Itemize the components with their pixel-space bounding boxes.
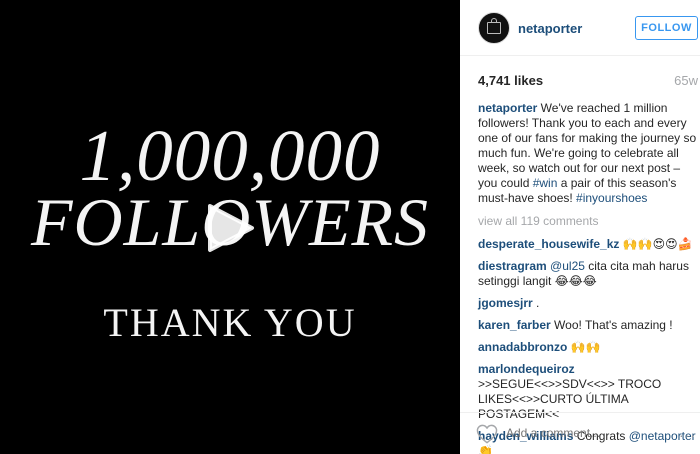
comment-username[interactable]: diestragram (478, 259, 547, 273)
play-icon[interactable] (204, 202, 256, 254)
comment-item: diestragram @ul25 cita cita mah harus se… (478, 259, 698, 289)
avatar[interactable] (478, 12, 510, 44)
comment-item: jgomesjrr . (478, 296, 698, 311)
comments-list: netaporter We've reached 1 million follo… (478, 101, 698, 454)
hashtag-link[interactable]: #inyourshoes (576, 191, 647, 205)
view-all-comments-link[interactable]: view all 119 comments (478, 214, 698, 229)
post-age[interactable]: 65w (674, 73, 698, 88)
comment-item: desperate_housewife_kz 🙌🙌😍😍🍰 (478, 237, 698, 252)
comment-username[interactable]: marlondequeiroz (478, 362, 575, 376)
comment-item: karen_farber Woo! That's amazing ! (478, 318, 698, 333)
hashtag-link[interactable]: #win (533, 176, 558, 190)
comment-input[interactable] (506, 426, 666, 440)
mention-link[interactable]: @ul25 (550, 259, 585, 273)
more-options-icon[interactable]: ··· (679, 427, 696, 443)
post-media[interactable]: 1,000,000 FOLLOWERS THANK YOU (0, 0, 460, 454)
comment-bar: ··· (460, 412, 700, 454)
comment-username[interactable]: jgomesjrr (478, 296, 533, 310)
comment-text: . (532, 296, 540, 310)
comment-text: 🙌🙌 (567, 340, 601, 354)
comment-username[interactable]: karen_farber (478, 318, 551, 332)
comment-text: Woo! That's amazing ! (550, 318, 673, 332)
caption-username[interactable]: netaporter (478, 101, 537, 115)
comment-username[interactable]: desperate_housewife_kz (478, 237, 619, 251)
caption: netaporter We've reached 1 million follo… (478, 101, 698, 206)
post-sidebar: netaporter FOLLOW 4,741 likes 65w netapo… (460, 0, 700, 454)
comment-username[interactable]: annadabbronzo (478, 340, 567, 354)
media-text-thanks: THANK YOU (103, 300, 357, 345)
follow-button[interactable]: FOLLOW (635, 16, 698, 40)
post-header: netaporter FOLLOW (460, 0, 700, 56)
likes-count[interactable]: 4,741 likes (478, 73, 543, 88)
comment-item: annadabbronzo 🙌🙌 (478, 340, 698, 355)
heart-icon[interactable] (476, 424, 498, 444)
header-username[interactable]: netaporter (518, 21, 582, 36)
comment-text: 🙌🙌😍😍🍰 (619, 237, 693, 251)
